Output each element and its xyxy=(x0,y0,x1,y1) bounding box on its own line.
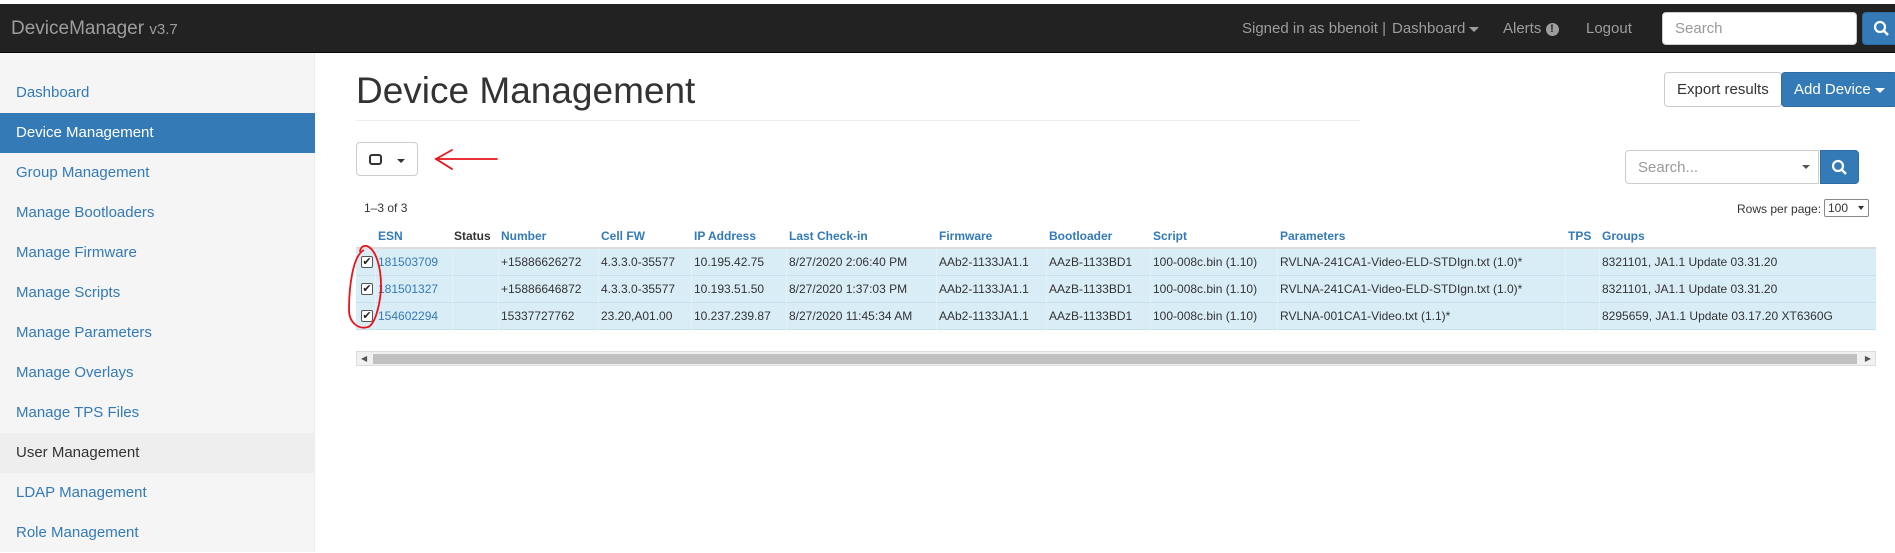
scroll-right-icon[interactable]: ▶ xyxy=(1865,354,1871,363)
column-header-groups[interactable]: Groups xyxy=(1602,229,1645,243)
chevron-down-icon xyxy=(1874,87,1885,93)
column-header-esn[interactable]: ESN xyxy=(378,229,403,243)
red-arrow-annotation xyxy=(434,149,498,170)
cell-groups: 8321101, JA1.1 Update 03.31.20 xyxy=(1602,255,1778,269)
sidebar-item-ldap-management[interactable]: LDAP Management xyxy=(0,473,315,513)
top-navbar: DeviceManager v3.7 Signed in as bbenoit … xyxy=(0,4,1895,53)
cell-last-checkin: 8/27/2020 11:45:34 AM xyxy=(789,309,913,323)
cell-number: +15886646872 xyxy=(501,282,582,296)
signed-in-text: Signed in as bbenoit | xyxy=(1242,20,1387,37)
cell-number: 15337727762 xyxy=(501,309,575,323)
table-row[interactable]: ✔ 154602294 15337727762 23.20,A01.00 10.… xyxy=(356,303,1876,330)
column-header-ip-address[interactable]: IP Address xyxy=(694,229,756,243)
sidebar-item-dashboard[interactable]: Dashboard xyxy=(0,73,315,113)
sidebar-item-role-management[interactable]: Role Management xyxy=(0,513,315,553)
row-checkbox[interactable]: ✔ xyxy=(361,256,373,268)
logout-link[interactable]: Logout xyxy=(1586,20,1632,37)
table-row[interactable]: ✔ 181503709 +15886626272 4.3.3.0-35577 1… xyxy=(356,249,1876,276)
cell-firmware: AAb2-1133JA1.1 xyxy=(939,282,1029,296)
cell-groups: 8295659, JA1.1 Update 03.17.20 XT6360G xyxy=(1602,309,1833,323)
rows-per-page-select[interactable]: 100 xyxy=(1824,199,1869,217)
cell-bootloader: AAzB-1133BD1 xyxy=(1049,282,1133,296)
column-header-status: Status xyxy=(454,229,491,243)
chevron-down-icon xyxy=(397,159,405,163)
column-header-last-checkin[interactable]: Last Check-in xyxy=(789,229,868,243)
export-results-button[interactable]: Export results xyxy=(1664,72,1782,107)
cell-script: 100-008c.bin (1.10) xyxy=(1153,282,1258,296)
esn-link[interactable]: 154602294 xyxy=(378,309,438,323)
esn-link[interactable]: 181501327 xyxy=(378,282,438,296)
cell-cell-fw: 23.20,A01.00 xyxy=(601,309,673,323)
scroll-left-icon[interactable]: ◀ xyxy=(361,354,367,363)
nav-search-button[interactable] xyxy=(1862,12,1895,45)
sidebar-item-group-management[interactable]: Group Management xyxy=(0,153,315,193)
checkbox-icon xyxy=(369,154,382,165)
cell-bootloader: AAzB-1133BD1 xyxy=(1049,309,1133,323)
cell-bootloader: AAzB-1133BD1 xyxy=(1049,255,1133,269)
chevron-down-icon xyxy=(1858,206,1864,210)
result-count: 1–3 of 3 xyxy=(364,201,408,215)
cell-ip-address: 10.237.239.87 xyxy=(694,309,771,323)
cell-cell-fw: 4.3.3.0-35577 xyxy=(601,282,676,296)
sidebar-item-device-management[interactable]: Device Management xyxy=(0,113,315,153)
sidebar: Dashboard Device Management Group Manage… xyxy=(0,53,315,552)
cell-parameters: RVLNA-241CA1-Video-ELD-STDIgn.txt (1.0)* xyxy=(1280,255,1523,269)
cell-last-checkin: 8/27/2020 1:37:03 PM xyxy=(789,282,908,296)
sidebar-item-manage-overlays[interactable]: Manage Overlays xyxy=(0,353,315,393)
scrollbar-thumb[interactable] xyxy=(373,354,1857,364)
table-row[interactable]: ✔ 181501327 +15886646872 4.3.3.0-35577 1… xyxy=(356,276,1876,303)
dashboard-dropdown[interactable]: Dashboard xyxy=(1392,20,1480,37)
nav-search-input[interactable]: Search xyxy=(1662,12,1857,45)
esn-link[interactable]: 181503709 xyxy=(378,255,438,269)
cell-number: +15886626272 xyxy=(501,255,582,269)
page-title: Device Management xyxy=(356,70,696,111)
search-icon xyxy=(1831,159,1847,175)
sidebar-item-manage-firmware[interactable]: Manage Firmware xyxy=(0,233,315,273)
column-header-number[interactable]: Number xyxy=(501,229,546,243)
bulk-select-dropdown[interactable] xyxy=(356,142,418,176)
title-divider xyxy=(356,120,1360,121)
chevron-down-icon xyxy=(1469,26,1480,32)
search-icon xyxy=(1873,20,1889,36)
sidebar-item-manage-bootloaders[interactable]: Manage Bootloaders xyxy=(0,193,315,233)
table-search-button[interactable] xyxy=(1820,150,1859,184)
sidebar-item-manage-scripts[interactable]: Manage Scripts xyxy=(0,273,315,313)
row-checkbox[interactable]: ✔ xyxy=(361,310,373,322)
chevron-down-icon xyxy=(1802,165,1810,169)
column-header-tps[interactable]: TPS xyxy=(1568,229,1591,243)
cell-ip-address: 10.193.51.50 xyxy=(694,282,765,296)
column-header-bootloader[interactable]: Bootloader xyxy=(1049,229,1112,243)
cell-parameters: RVLNA-001CA1-Video.txt (1.1)* xyxy=(1280,309,1451,323)
alerts-link[interactable]: Alerts ! xyxy=(1503,20,1559,37)
alert-icon: ! xyxy=(1545,23,1559,36)
sidebar-item-manage-tps-files[interactable]: Manage TPS Files xyxy=(0,393,315,433)
add-device-button[interactable]: Add Device xyxy=(1781,72,1895,107)
row-checkbox[interactable]: ✔ xyxy=(361,283,373,295)
column-header-firmware[interactable]: Firmware xyxy=(939,229,992,243)
column-header-cell-fw[interactable]: Cell FW xyxy=(601,229,645,243)
column-header-parameters[interactable]: Parameters xyxy=(1280,229,1345,243)
cell-last-checkin: 8/27/2020 2:06:40 PM xyxy=(789,255,908,269)
sidebar-item-manage-parameters[interactable]: Manage Parameters xyxy=(0,313,315,353)
cell-firmware: AAb2-1133JA1.1 xyxy=(939,255,1029,269)
cell-firmware: AAb2-1133JA1.1 xyxy=(939,309,1029,323)
horizontal-scrollbar[interactable]: ◀ ▶ xyxy=(356,351,1876,366)
cell-ip-address: 10.195.42.75 xyxy=(694,255,765,269)
cell-cell-fw: 4.3.3.0-35577 xyxy=(601,255,676,269)
cell-groups: 8321101, JA1.1 Update 03.31.20 xyxy=(1602,282,1778,296)
cell-parameters: RVLNA-241CA1-Video-ELD-STDIgn.txt (1.0)* xyxy=(1280,282,1523,296)
sidebar-item-user-management[interactable]: User Management xyxy=(0,433,315,473)
brand-logo[interactable]: DeviceManager v3.7 xyxy=(11,18,178,40)
cell-script: 100-008c.bin (1.10) xyxy=(1153,255,1258,269)
column-header-script[interactable]: Script xyxy=(1153,229,1187,243)
table-search-input[interactable]: Search... xyxy=(1625,150,1819,184)
cell-script: 100-008c.bin (1.10) xyxy=(1153,309,1258,323)
rows-per-page-label: Rows per page: xyxy=(1737,202,1822,216)
